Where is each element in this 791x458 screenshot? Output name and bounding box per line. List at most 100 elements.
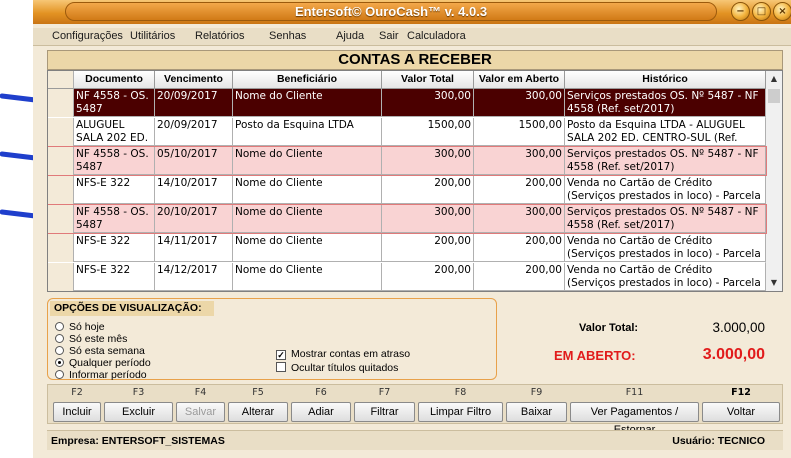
column-header-beneficiario[interactable]: Beneficiário [233, 71, 382, 89]
column-header-vencimento[interactable]: Vencimento [155, 71, 233, 89]
cell-historico[interactable]: Serviços prestados OS. Nº 5487 - NF 4558… [565, 89, 766, 117]
period-radio-3[interactable]: Qualquer período [55, 357, 151, 369]
radio-indicator-icon[interactable] [55, 346, 64, 355]
cell-historico[interactable]: Posto da Esquina LTDA - ALUGUEL SALA 202… [565, 118, 766, 146]
cell-valor_aberto[interactable]: 200,00 [474, 234, 565, 262]
cell-valor_aberto[interactable]: 200,00 [474, 176, 565, 204]
toolbar-button-9[interactable]: Voltar [702, 402, 780, 422]
cell-valor_total[interactable]: 1500,00 [382, 118, 474, 146]
cell-beneficiario[interactable]: Nome do Cliente [233, 89, 382, 117]
cell-beneficiario[interactable]: Nome do Cliente [233, 205, 382, 233]
toolbar-button-3[interactable]: Alterar [228, 402, 288, 422]
cell-valor_total[interactable]: 200,00 [382, 263, 474, 291]
menu-item-4[interactable]: Ajuda [336, 30, 364, 42]
cell-historico[interactable]: Serviços prestados OS. Nº 5487 - NF 4558… [565, 147, 766, 175]
cell-vencimento[interactable]: 14/12/2017 [155, 263, 233, 291]
cell-beneficiario[interactable]: Posto da Esquina LTDA [233, 118, 382, 146]
table-row[interactable]: NFS-E 322 14/12/2017 Nome do Cliente 200,00… [48, 263, 766, 291]
toolbar-button-0[interactable]: Incluir [53, 402, 101, 422]
table-row[interactable]: NF 4558 - OS. 5487 20/10/2017 Nome do Clie… [48, 204, 767, 234]
period-radio-1[interactable]: Só este mês [55, 333, 127, 345]
cell-valor_aberto[interactable]: 300,00 [474, 89, 565, 117]
column-header-documento[interactable]: Documento [74, 71, 155, 89]
row-indicator[interactable] [48, 263, 74, 291]
cell-valor_total[interactable]: 300,00 [382, 205, 474, 233]
menu-item-0[interactable]: Configurações [52, 30, 123, 42]
cell-vencimento[interactable]: 20/09/2017 [155, 118, 233, 146]
minimize-button[interactable]: − [731, 2, 750, 21]
cell-valor_aberto[interactable]: 1500,00 [474, 118, 565, 146]
radio-indicator-icon[interactable] [55, 322, 64, 331]
cell-vencimento[interactable]: 05/10/2017 [155, 147, 233, 175]
cell-vencimento[interactable]: 14/10/2017 [155, 176, 233, 204]
row-indicator[interactable] [48, 89, 74, 117]
menu-item-3[interactable]: Senhas [269, 30, 306, 42]
table-row[interactable]: NFS-E 322 14/11/2017 Nome do Cliente 200,00… [48, 234, 766, 262]
toolbar-button-1[interactable]: Excluir [104, 402, 173, 422]
row-indicator[interactable] [48, 147, 74, 175]
toolbar-button-5[interactable]: Filtrar [354, 402, 415, 422]
cell-documento[interactable]: NFS-E 322 [74, 234, 155, 262]
checkbox-box[interactable] [276, 362, 286, 372]
table-row[interactable]: NFS-E 322 14/10/2017 Nome do Cliente 200,00… [48, 176, 766, 204]
cell-valor_aberto[interactable]: 300,00 [474, 147, 565, 175]
cell-historico[interactable]: Venda no Cartão de Crédito (Serviços pre… [565, 234, 766, 262]
toolbar-button-4[interactable]: Adiar [291, 402, 351, 422]
cell-valor_aberto[interactable]: 200,00 [474, 263, 565, 291]
row-indicator[interactable] [48, 176, 74, 204]
radio-indicator-icon[interactable] [55, 334, 64, 343]
period-radio-2[interactable]: Só esta semana [55, 345, 145, 357]
period-radio-0[interactable]: Só hoje [55, 321, 105, 333]
cell-historico[interactable]: Venda no Cartão de Crédito (Serviços pre… [565, 263, 766, 291]
menu-item-2[interactable]: Relatórios [195, 30, 245, 42]
table-row[interactable]: NF 4558 - OS. 5487 20/09/2017 Nome do Clie… [48, 89, 766, 117]
toolbar-button-8[interactable]: Ver Pagamentos / Estornar [570, 402, 699, 436]
scroll-down-arrow-icon[interactable]: ▼ [766, 275, 782, 291]
cell-beneficiario[interactable]: Nome do Cliente [233, 147, 382, 175]
period-radio-4[interactable]: Informar período [55, 369, 147, 381]
cell-documento[interactable]: NF 4558 - OS. 5487 [74, 147, 155, 175]
toolbar-button-7[interactable]: Baixar [506, 402, 567, 422]
vertical-scrollbar[interactable]: ▲ ▼ [765, 71, 782, 291]
cell-documento[interactable]: NFS-E 322 [74, 176, 155, 204]
menu-item-5[interactable]: Sair [379, 30, 399, 42]
scroll-up-arrow-icon[interactable]: ▲ [766, 71, 782, 87]
cell-beneficiario[interactable]: Nome do Cliente [233, 263, 382, 291]
cell-valor_total[interactable]: 200,00 [382, 234, 474, 262]
toolbar-button-6[interactable]: Limpar Filtro [418, 402, 503, 422]
radio-indicator-icon[interactable] [55, 370, 64, 379]
cell-documento[interactable]: NFS-E 322 [74, 263, 155, 291]
column-header-valor_total[interactable]: Valor Total [382, 71, 474, 89]
table-row[interactable]: NF 4558 - OS. 5487 05/10/2017 Nome do Clie… [48, 146, 767, 176]
toolbar-button-2[interactable]: Salvar [176, 402, 225, 422]
option-checkbox-1[interactable]: Ocultar títulos quitados [276, 362, 398, 374]
cell-documento[interactable]: ALUGUEL SALA 202 ED. [74, 118, 155, 146]
cell-valor_total[interactable]: 200,00 [382, 176, 474, 204]
menu-item-6[interactable]: Calculadora [407, 30, 466, 42]
cell-documento[interactable]: NF 4558 - OS. 5487 [74, 89, 155, 117]
cell-historico[interactable]: Serviços prestados OS. Nº 5487 - NF 4558… [565, 205, 766, 233]
column-header-valor_aberto[interactable]: Valor em Aberto [474, 71, 565, 89]
cell-beneficiario[interactable]: Nome do Cliente [233, 176, 382, 204]
option-checkbox-0[interactable]: ✓ Mostrar contas em atraso [276, 348, 410, 360]
column-header-historico[interactable]: Histórico [565, 71, 766, 89]
checkmark-icon[interactable]: ✓ [276, 350, 286, 360]
cell-historico[interactable]: Venda no Cartão de Crédito (Serviços pre… [565, 176, 766, 204]
radio-indicator-icon[interactable] [55, 358, 64, 367]
cell-documento[interactable]: NF 4558 - OS. 5487 [74, 205, 155, 233]
cell-valor_aberto[interactable]: 300,00 [474, 205, 565, 233]
row-indicator[interactable] [48, 205, 74, 233]
cell-vencimento[interactable]: 14/11/2017 [155, 234, 233, 262]
scroll-thumb[interactable] [768, 89, 780, 103]
close-button[interactable]: × [773, 2, 791, 21]
cell-vencimento[interactable]: 20/09/2017 [155, 89, 233, 117]
cell-vencimento[interactable]: 20/10/2017 [155, 205, 233, 233]
maximize-button[interactable]: □ [752, 2, 771, 21]
menu-item-1[interactable]: Utilitários [130, 30, 175, 42]
cell-valor_total[interactable]: 300,00 [382, 147, 474, 175]
table-row[interactable]: ALUGUEL SALA 202 ED. 20/09/2017 Posto da E… [48, 118, 766, 146]
row-indicator[interactable] [48, 118, 74, 146]
cell-beneficiario[interactable]: Nome do Cliente [233, 234, 382, 262]
row-indicator[interactable] [48, 234, 74, 262]
cell-valor_total[interactable]: 300,00 [382, 89, 474, 117]
